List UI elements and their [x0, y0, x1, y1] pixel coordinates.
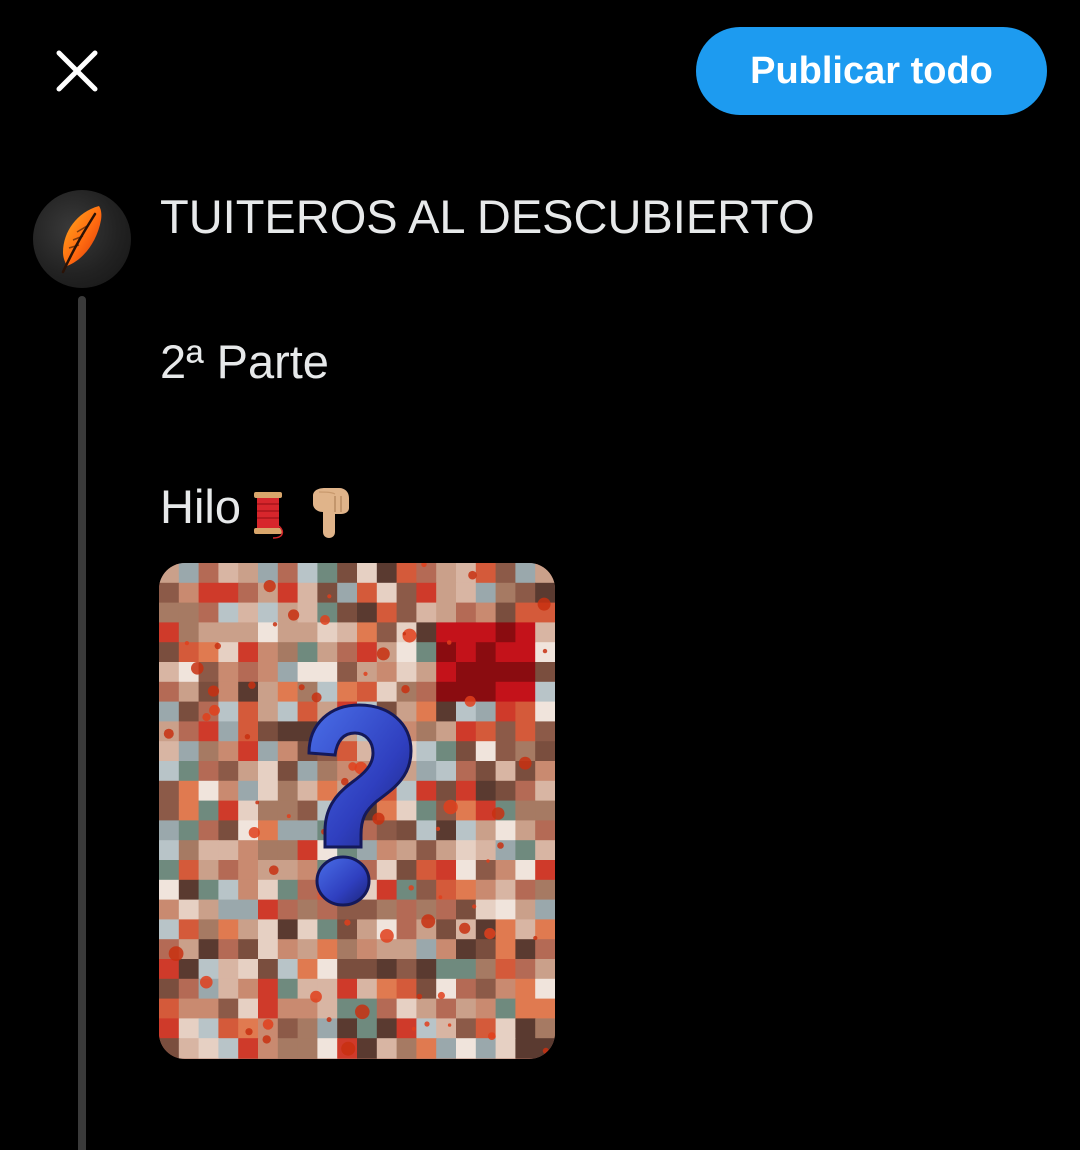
avatar[interactable]	[33, 190, 131, 288]
close-button[interactable]	[48, 42, 106, 100]
tweet-line-thread: Hilo	[160, 478, 1040, 539]
question-mark-icon	[307, 703, 413, 907]
backhand-index-pointing-down-icon	[312, 487, 349, 538]
spool-of-thread-icon	[253, 491, 284, 539]
close-icon	[56, 50, 98, 92]
post-all-button[interactable]: Publicar todo	[696, 27, 1047, 115]
tweet-text-editor[interactable]: TUITEROS AL DESCUBIERTO 2ª Parte Hilo	[160, 188, 1040, 539]
tweet-line-thread-text: Hilo	[160, 480, 241, 533]
compose-thread-screen: Publicar todo TUITEROS AL DESCUBIERTO 2ª…	[0, 0, 1080, 1150]
attached-image[interactable]	[159, 563, 555, 1059]
tweet-line-title: TUITEROS AL DESCUBIERTO	[160, 190, 815, 243]
thread-connector-line	[78, 296, 86, 1150]
tweet-line-part: 2ª Parte	[160, 335, 329, 388]
feather-quill-icon	[61, 206, 102, 274]
